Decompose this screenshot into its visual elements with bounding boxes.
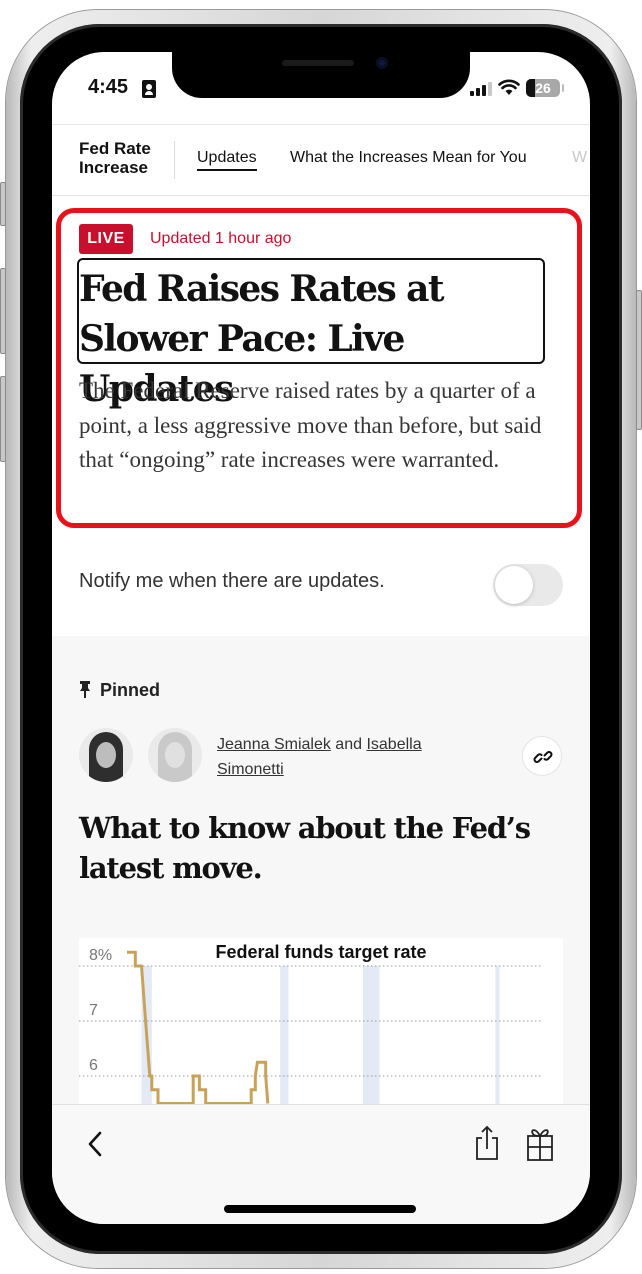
screen: 4:45 26 Fed Rate Increase Updates What t…: [52, 52, 590, 1224]
cellular-signal-icon: [470, 82, 492, 96]
speaker: [282, 60, 354, 66]
chart-title: Federal funds target rate: [215, 942, 426, 962]
author-avatar-2[interactable]: [148, 728, 202, 782]
mute-switch: [0, 182, 6, 226]
section-nav: Fed Rate Increase Updates What the Incre…: [52, 124, 590, 196]
share-icon: [476, 1125, 498, 1160]
volume-up-button: [0, 268, 6, 354]
share-button[interactable]: Share: [474, 1125, 500, 1161]
battery-level: 26: [535, 80, 551, 96]
toggle-knob: [495, 566, 533, 604]
focus-contact-icon: [142, 80, 156, 98]
updated-timestamp: Updated 1 hour ago: [150, 230, 292, 247]
status-time: 4:45: [88, 76, 129, 98]
gift-button[interactable]: Gift article: [526, 1125, 554, 1161]
author-avatar-1[interactable]: [79, 728, 133, 782]
pinned-post-title: What to know about the Fed’s latest move…: [79, 811, 531, 885]
section-title[interactable]: Fed Rate Increase: [79, 139, 169, 177]
back-button[interactable]: Back: [80, 1127, 110, 1161]
author-link-1[interactable]: Jeanna Smialek: [217, 736, 331, 753]
nav-divider: [174, 141, 175, 179]
camera-icon: [376, 57, 388, 69]
y-tick-label: 7: [89, 1002, 98, 1019]
author-joiner: and: [335, 736, 362, 753]
power-button: [636, 290, 642, 430]
battery-tip: [562, 84, 564, 92]
pinned-section: Pinned Jeanna Smialek and Isabella Simon…: [52, 636, 590, 1158]
chevron-left-icon: [88, 1131, 102, 1157]
y-tick-label: 6: [89, 1057, 98, 1074]
article-summary: The Federal Reserve raised rates by a qu…: [79, 378, 542, 472]
copy-link-button[interactable]: [522, 736, 562, 776]
live-badge: LIVE: [79, 224, 133, 254]
tab-updates[interactable]: Updates: [197, 149, 257, 171]
tab-what-increases-mean[interactable]: What the Increases Mean for You: [290, 149, 527, 167]
notify-label: Notify me when there are updates.: [79, 570, 385, 592]
notch: [172, 52, 470, 98]
notify-toggle[interactable]: [493, 564, 563, 606]
byline: Jeanna Smialek and Isabella Simonetti: [217, 732, 477, 782]
home-indicator[interactable]: [224, 1205, 416, 1213]
link-icon: [533, 751, 553, 763]
volume-down-button: [0, 376, 6, 462]
pin-icon: [80, 681, 90, 698]
tab-overflow[interactable]: W: [572, 149, 587, 167]
wifi-icon: [498, 79, 520, 95]
y-tick-label: 8%: [89, 947, 112, 964]
pinned-label: Pinned: [100, 680, 161, 700]
bottom-toolbar: Back Share Gift article: [52, 1104, 590, 1224]
battery-icon: 26: [526, 79, 560, 97]
gift-icon: [527, 1129, 553, 1161]
